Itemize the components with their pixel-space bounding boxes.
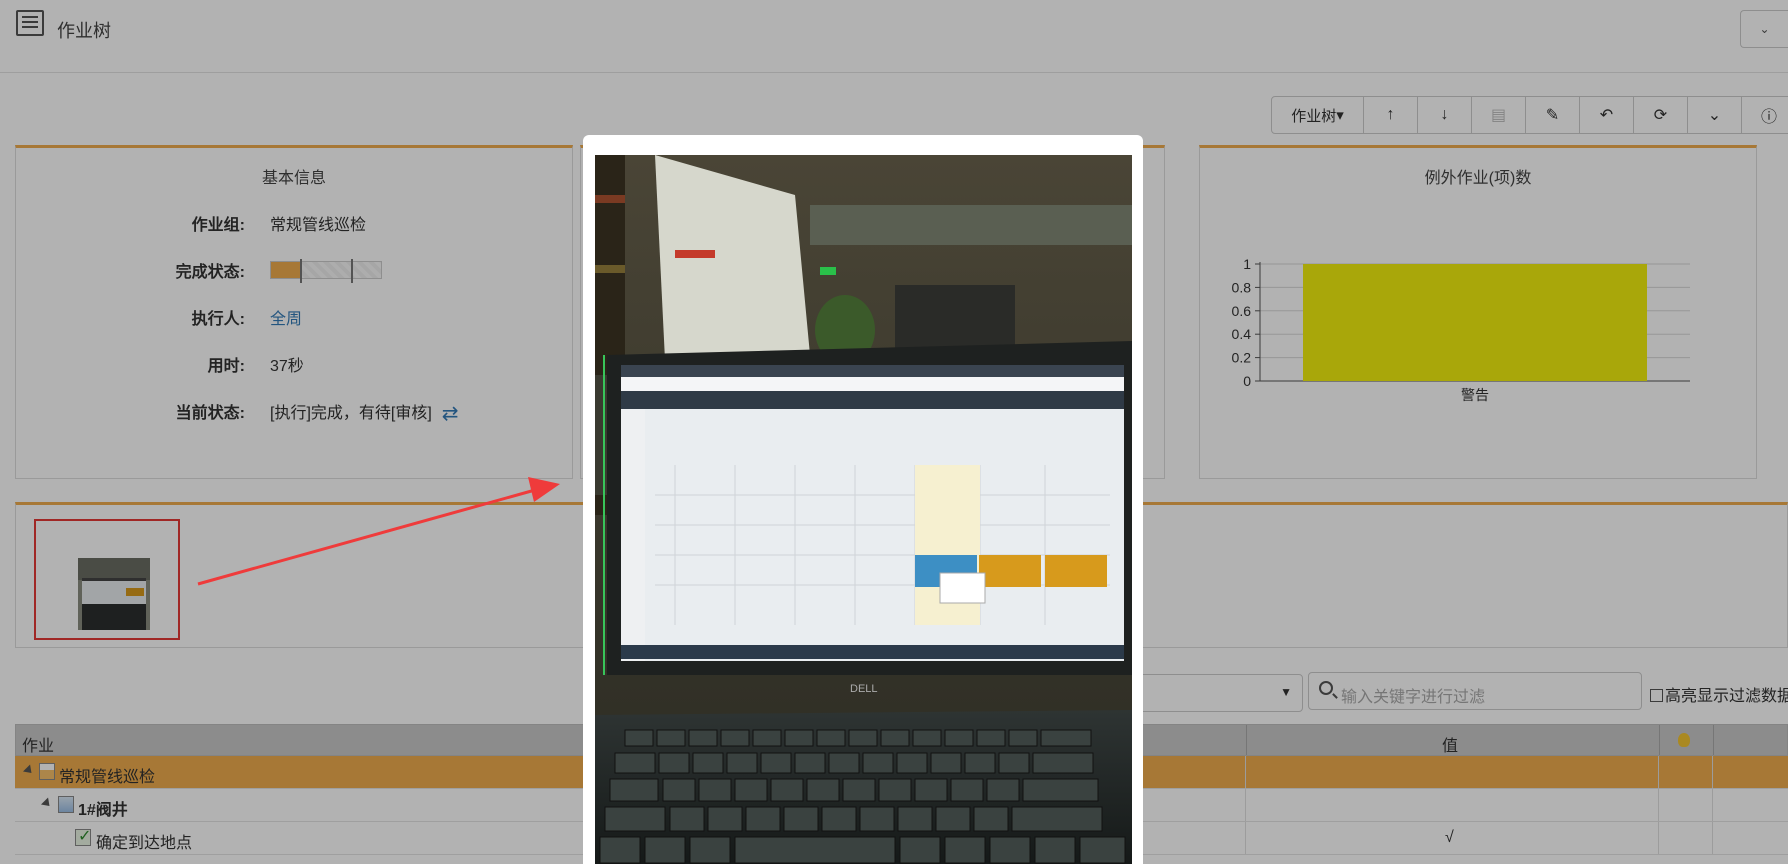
photo-preview: DELL	[595, 155, 1132, 864]
laptop-brand-text: DELL	[850, 683, 878, 695]
